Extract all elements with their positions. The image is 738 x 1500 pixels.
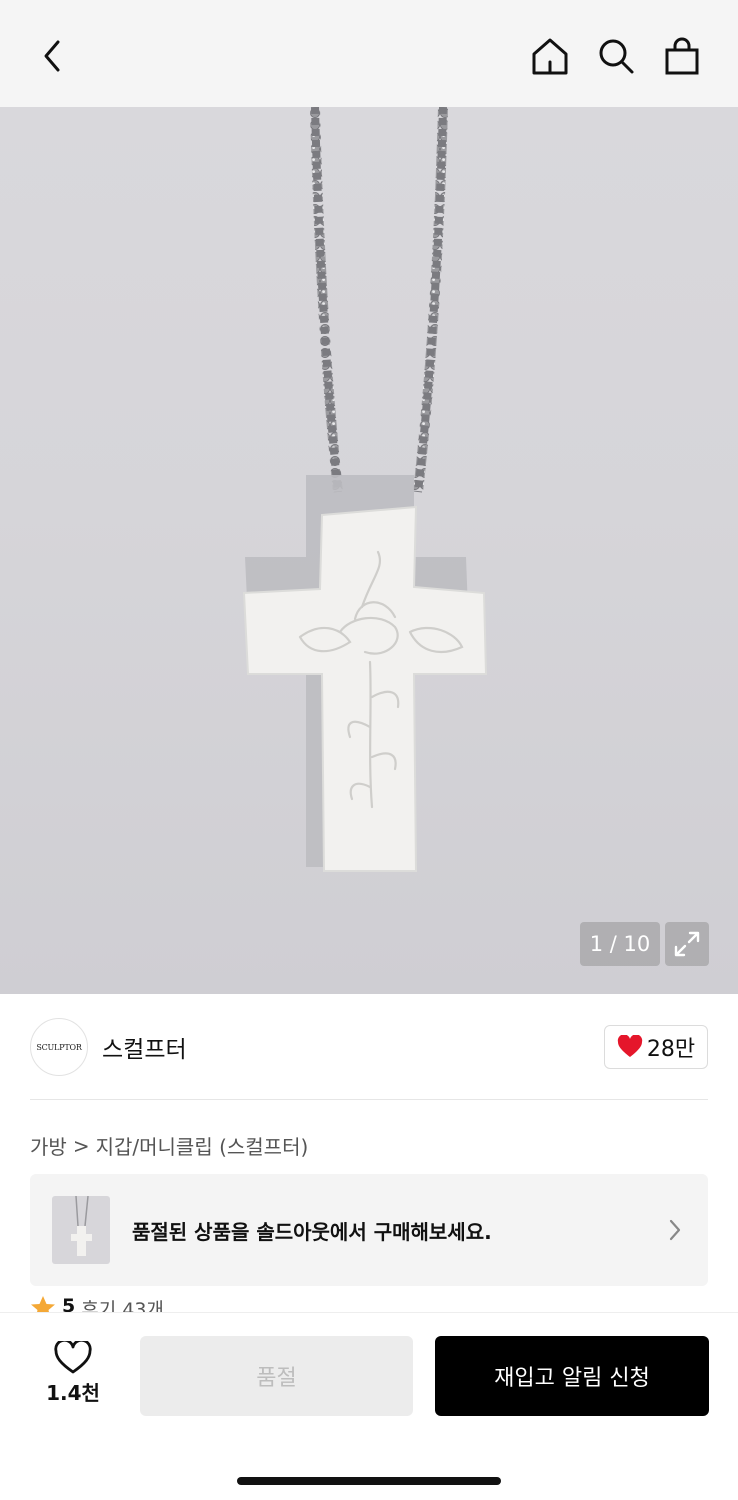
- search-icon[interactable]: [594, 34, 638, 78]
- review-summary[interactable]: 5 후기 43개: [30, 1295, 164, 1313]
- image-counter: 1 / 10: [580, 922, 660, 966]
- chevron-right-icon: [668, 1218, 682, 1246]
- brand-logo[interactable]: SCULPTOR: [30, 1018, 88, 1076]
- bottom-action-bar: 1.4천 품절 재입고 알림 신청: [0, 1312, 738, 1500]
- review-rating: 5: [62, 1295, 76, 1313]
- soldout-market-banner[interactable]: 품절된 상품을 솔드아웃에서 구매해보세요.: [30, 1174, 708, 1286]
- banner-thumbnail: [52, 1196, 110, 1264]
- breadcrumb-separator: >: [72, 1133, 90, 1158]
- shopping-bag-icon[interactable]: [660, 34, 704, 78]
- top-nav-bar: [0, 0, 738, 107]
- brand-name[interactable]: 스컬프터: [102, 1030, 187, 1064]
- brand-like-button[interactable]: 28만: [604, 1025, 708, 1069]
- expand-icon[interactable]: [665, 922, 709, 966]
- home-icon[interactable]: [528, 34, 572, 78]
- breadcrumb-subcategory[interactable]: 지갑/머니클립 (스컬프터): [96, 1131, 309, 1160]
- wishlist-count: 1.4천: [46, 1381, 100, 1405]
- restock-alert-button[interactable]: 재입고 알림 신청: [435, 1336, 709, 1416]
- heart-outline-icon: [54, 1341, 92, 1374]
- heart-filled-icon: [617, 1035, 643, 1057]
- soldout-banner-text: 품절된 상품을 솔드아웃에서 구매해보세요.: [132, 1220, 492, 1244]
- breadcrumb: 가방 > 지갑/머니클립 (스컬프터): [30, 1131, 308, 1160]
- brand-row[interactable]: SCULPTOR 스컬프터 28만: [30, 1018, 708, 1078]
- breadcrumb-category[interactable]: 가방: [30, 1131, 67, 1160]
- product-image[interactable]: [0, 107, 738, 994]
- cross-necklace-photo: [242, 107, 488, 872]
- star-icon: [31, 1296, 55, 1313]
- home-indicator: [237, 1477, 501, 1485]
- brand-like-count: 28만: [646, 1037, 696, 1062]
- divider: [30, 1099, 708, 1100]
- chevron-left-icon[interactable]: [30, 34, 74, 78]
- soldout-button: 품절: [140, 1336, 413, 1416]
- review-count: 후기 43개: [81, 1299, 164, 1313]
- wishlist-button[interactable]: 1.4천: [30, 1341, 116, 1411]
